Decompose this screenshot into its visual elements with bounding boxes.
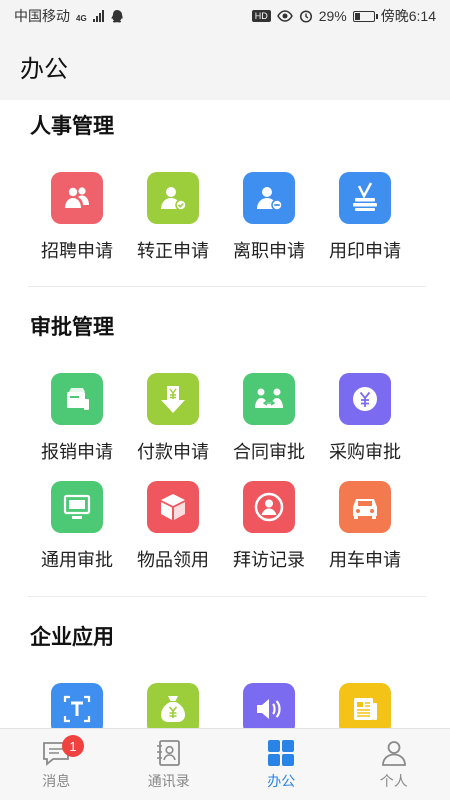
resign-icon bbox=[243, 172, 295, 224]
section-title-hr: 人事管理 bbox=[30, 115, 114, 138]
app-reimburse[interactable]: 报销申请 bbox=[29, 373, 125, 481]
tab-personal[interactable]: 个人 bbox=[338, 729, 450, 800]
payment-icon bbox=[147, 373, 199, 425]
visit-icon bbox=[243, 481, 295, 533]
tab-label: 消息 bbox=[42, 773, 71, 789]
app-recruit[interactable]: 招聘申请 bbox=[29, 172, 125, 280]
app-label: 付款申请 bbox=[137, 442, 209, 462]
section-title-enterprise: 企业应用 bbox=[30, 626, 114, 649]
tab-messages[interactable]: 消息 1 bbox=[0, 729, 113, 800]
section-title-approval: 审批管理 bbox=[30, 316, 114, 339]
tab-office[interactable]: 办公 bbox=[225, 729, 338, 800]
app-label: 转正申请 bbox=[137, 241, 209, 261]
office-content[interactable]: 人事管理 招聘申请 转正申请 离职申请 用印申请 审批管理 报销申请 付款申请 … bbox=[0, 100, 450, 728]
news-icon bbox=[339, 683, 391, 728]
section-approval: 审批管理 报销申请 付款申请 合同审批 采购审批 通用审批 物品领用 拜访记录 … bbox=[0, 311, 450, 589]
eye-icon bbox=[276, 10, 293, 22]
tab-label: 个人 bbox=[379, 773, 408, 789]
network-type: 4G bbox=[76, 14, 87, 23]
seal-icon bbox=[339, 172, 391, 224]
qq-icon bbox=[111, 9, 123, 22]
app-visit[interactable]: 拜访记录 bbox=[221, 481, 317, 589]
app-text[interactable] bbox=[29, 683, 125, 728]
text-icon bbox=[51, 683, 103, 728]
reimburse-icon bbox=[51, 373, 103, 425]
money-bag-icon bbox=[147, 683, 199, 728]
app-purchase[interactable]: 采购审批 bbox=[317, 373, 413, 481]
app-news[interactable] bbox=[317, 683, 413, 728]
app-seal[interactable]: 用印申请 bbox=[317, 172, 413, 280]
battery-percent: 29% bbox=[318, 8, 347, 24]
app-label: 离职申请 bbox=[233, 241, 305, 261]
app-label: 拜访记录 bbox=[233, 550, 305, 570]
alarm-icon bbox=[299, 10, 312, 23]
tab-label: 通讯录 bbox=[147, 773, 190, 789]
app-money-bag[interactable] bbox=[125, 683, 221, 728]
bottom-tab-bar: 消息 1 通讯录 办公 个人 bbox=[0, 728, 450, 800]
section-divider bbox=[28, 286, 426, 287]
app-label: 合同审批 bbox=[233, 442, 305, 462]
page-title: 办公 bbox=[20, 55, 68, 83]
battery-icon bbox=[352, 10, 378, 22]
app-speaker[interactable] bbox=[221, 683, 317, 728]
office-grid-icon bbox=[268, 740, 295, 766]
speaker-icon bbox=[243, 683, 295, 728]
contacts-icon bbox=[156, 740, 180, 766]
app-resign[interactable]: 离职申请 bbox=[221, 172, 317, 280]
general-approval-icon bbox=[51, 481, 103, 533]
app-label: 通用审批 bbox=[41, 550, 113, 570]
recruit-icon bbox=[51, 172, 103, 224]
hd-icon: HD bbox=[251, 10, 271, 22]
contract-icon bbox=[243, 373, 295, 425]
section-hr: 人事管理 招聘申请 转正申请 离职申请 用印申请 bbox=[0, 110, 450, 280]
grid-enterprise bbox=[0, 683, 450, 728]
app-general-approval[interactable]: 通用审批 bbox=[29, 481, 125, 589]
signal-icon bbox=[92, 10, 104, 22]
tab-contacts[interactable]: 通讯录 bbox=[113, 729, 226, 800]
app-goods[interactable]: 物品领用 bbox=[125, 481, 221, 589]
app-label: 报销申请 bbox=[41, 442, 113, 462]
clock: 傍晚6:14 bbox=[380, 8, 436, 24]
app-label: 采购审批 bbox=[329, 442, 401, 462]
car-icon bbox=[339, 481, 391, 533]
status-bar: 中国移动 4G HD 29% 傍晚6:14 bbox=[0, 0, 450, 32]
app-payment[interactable]: 付款申请 bbox=[125, 373, 221, 481]
grid-approval: 报销申请 付款申请 合同审批 采购审批 通用审批 物品领用 拜访记录 用车申请 bbox=[0, 373, 450, 589]
person-icon bbox=[381, 741, 406, 766]
app-car[interactable]: 用车申请 bbox=[317, 481, 413, 589]
grid-hr: 招聘申请 转正申请 离职申请 用印申请 bbox=[0, 172, 450, 280]
app-label: 用车申请 bbox=[329, 550, 401, 570]
carrier-name: 中国移动 bbox=[14, 8, 70, 24]
app-label: 物品领用 bbox=[137, 550, 209, 570]
app-contract[interactable]: 合同审批 bbox=[221, 373, 317, 481]
section-divider bbox=[28, 596, 426, 597]
purchase-icon bbox=[339, 373, 391, 425]
title-bar: 办公 bbox=[0, 32, 450, 100]
regularize-icon bbox=[147, 172, 199, 224]
tab-label: 办公 bbox=[267, 773, 296, 789]
battery-level-fill bbox=[354, 12, 360, 20]
app-regularize[interactable]: 转正申请 bbox=[125, 172, 221, 280]
unread-badge: 1 bbox=[62, 735, 84, 757]
app-label: 用印申请 bbox=[329, 241, 401, 261]
goods-icon bbox=[147, 481, 199, 533]
app-label: 招聘申请 bbox=[41, 241, 113, 261]
section-enterprise-apps: 企业应用 bbox=[0, 621, 450, 728]
